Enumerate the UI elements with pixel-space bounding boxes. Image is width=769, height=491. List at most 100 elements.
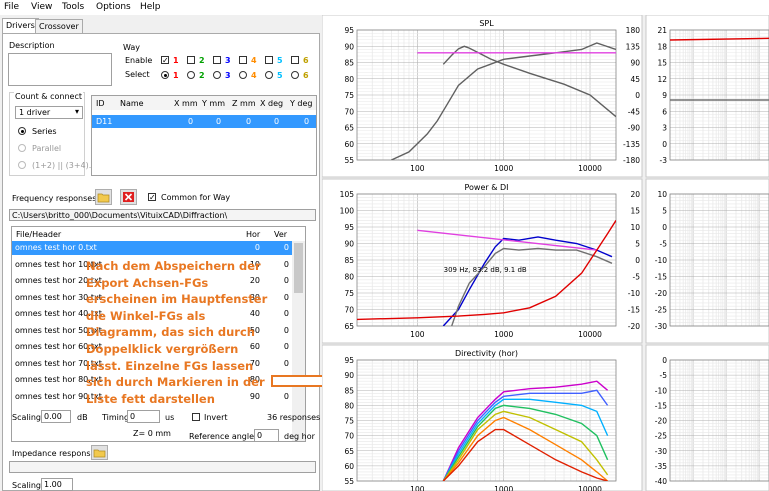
way-enable-checkbox-5[interactable] bbox=[265, 56, 273, 64]
charts-area: SPL95908580757065605518013590450-45-90-1… bbox=[322, 15, 769, 491]
chart-panel-4[interactable]: 21 18 15 12 9 6 3 0 -3 bbox=[645, 15, 769, 178]
way-enable-number-6: 6 bbox=[303, 56, 309, 65]
way-enable-number-3: 3 bbox=[225, 56, 231, 65]
y-tick-label: 80 bbox=[344, 273, 354, 282]
way-enable-checkbox-1[interactable]: ✓ bbox=[161, 56, 169, 65]
y2-tick-label: -45 bbox=[628, 107, 640, 116]
cursor-readout: 309 Hz, 83.2 dB, 9.1 dB bbox=[444, 266, 527, 274]
impedance-scaling-input[interactable]: 1.00 bbox=[41, 478, 73, 491]
common-for-way-label: Common for Way bbox=[161, 193, 231, 202]
y-tick-label: -5 bbox=[660, 240, 668, 249]
common-for-way-checkbox[interactable]: ✓ bbox=[148, 193, 156, 202]
way-select-radio-1[interactable] bbox=[161, 71, 169, 79]
y-tick-label: 75 bbox=[344, 289, 354, 298]
chart-panel-1[interactable]: SPL 95 90 85 80 75 70 65 60 55 180 135 90 45 0 -45 -90 -1… bbox=[322, 15, 643, 178]
way-select-radio-6[interactable] bbox=[291, 71, 299, 79]
way-select-radio-4[interactable] bbox=[239, 71, 247, 79]
invert-checkbox[interactable] bbox=[192, 413, 200, 421]
y-tick-label: 0 bbox=[662, 223, 667, 232]
file-ver: 0 bbox=[283, 243, 289, 252]
chart-panel-3[interactable]: Directivity (hor) 95 90 85 80 75 70 65 60 55 100 10… bbox=[322, 344, 643, 491]
menu-view[interactable]: View bbox=[31, 2, 52, 12]
driver-header-cell[interactable]: Y deg bbox=[290, 99, 313, 108]
way-select-number-3: 3 bbox=[225, 71, 231, 80]
y-tick-label: 95 bbox=[344, 26, 354, 35]
y-tick-label: 6 bbox=[662, 107, 667, 116]
y-tick-label: -20 bbox=[655, 417, 667, 426]
y-tick-label: -30 bbox=[655, 447, 667, 456]
impedance-scaling-value: 1.00 bbox=[44, 480, 62, 489]
driver-header-cell[interactable]: X mm bbox=[174, 99, 198, 108]
table-row[interactable]: D11 0 0 0 0 0 bbox=[92, 115, 316, 128]
driver-header-cell[interactable]: X deg bbox=[260, 99, 283, 108]
delete-button[interactable] bbox=[120, 189, 137, 205]
y-tick-label: 105 bbox=[340, 190, 355, 199]
scaling-input[interactable]: 0.00 bbox=[41, 410, 71, 423]
description-input[interactable] bbox=[8, 53, 112, 86]
y-tick-label: 65 bbox=[344, 322, 354, 331]
driver-table-header: ID Name X mm Y mm Z mm X deg Y deg bbox=[92, 96, 316, 110]
way-enable-checkbox-6[interactable] bbox=[291, 56, 299, 64]
driver-cell: 0 bbox=[188, 117, 194, 126]
timing-value: 0 bbox=[130, 412, 136, 421]
parallel-radio[interactable] bbox=[18, 144, 26, 152]
y-tick-label: 85 bbox=[344, 59, 354, 68]
combo-radio[interactable] bbox=[18, 161, 26, 169]
series-radio[interactable] bbox=[18, 127, 26, 135]
driver-header-cell[interactable]: Z mm bbox=[232, 99, 256, 108]
timing-input[interactable]: 0 bbox=[127, 410, 160, 423]
menu-file[interactable]: File bbox=[4, 2, 19, 12]
folder-icon bbox=[93, 449, 106, 458]
open-folder-button[interactable] bbox=[95, 189, 112, 205]
way-enable-checkbox-4[interactable] bbox=[239, 56, 247, 64]
y-tick-label: 10 bbox=[657, 190, 667, 199]
way-select-number-5: 5 bbox=[277, 71, 283, 80]
impedance-scaling-label: Scaling bbox=[12, 481, 41, 490]
ref-angle-input[interactable]: 0 bbox=[254, 429, 279, 442]
way-enable-number-5: 5 bbox=[277, 56, 283, 65]
list-scrollbar[interactable] bbox=[292, 241, 305, 441]
chart-panel-2[interactable]: Power & DI1051009590858075706520151050-5… bbox=[322, 178, 643, 344]
way-enable-checkbox-3[interactable] bbox=[213, 56, 221, 64]
count-connect-label: Count & connect bbox=[14, 92, 83, 101]
y2-tick-label: 180 bbox=[626, 26, 641, 35]
list-header-file[interactable]: File/Header bbox=[16, 230, 61, 239]
list-header-hor[interactable]: Hor bbox=[246, 230, 260, 239]
scrollbar-thumb[interactable] bbox=[294, 243, 303, 293]
timing-label: Timing bbox=[102, 413, 130, 422]
driver-count-select[interactable]: 1 driver ▾ bbox=[15, 106, 83, 119]
list-header-ver[interactable]: Ver bbox=[274, 230, 287, 239]
way-select-radio-5[interactable] bbox=[265, 71, 273, 79]
tab-crossover[interactable]: Crossover bbox=[35, 19, 83, 33]
impedance-path-field[interactable] bbox=[9, 461, 316, 473]
driver-count-value: 1 driver bbox=[19, 108, 51, 117]
way-enable-number-4: 4 bbox=[251, 56, 257, 65]
x-tick-label: 100 bbox=[410, 164, 425, 173]
chevron-down-icon: ▾ bbox=[74, 107, 79, 116]
chart-panel-6[interactable]: 0 -5 -10 -15 -20 -25 -30 -35 -40 bbox=[645, 344, 769, 491]
driver-header-cell[interactable]: ID bbox=[96, 99, 105, 108]
tab-strip: Drivers Crossover bbox=[2, 18, 320, 33]
way-enable-checkbox-2[interactable] bbox=[187, 56, 195, 64]
y-tick-label: 90 bbox=[344, 240, 354, 249]
chart-panel-5[interactable]: 10 5 0 -5 -10 -15 -20 -25 -30 bbox=[645, 178, 769, 344]
y-tick-label: -30 bbox=[655, 322, 667, 331]
menu-options[interactable]: Options bbox=[96, 2, 131, 12]
driver-header-cell[interactable]: Y mm bbox=[202, 99, 225, 108]
open-impedance-button[interactable] bbox=[91, 445, 108, 460]
way-select-radio-3[interactable] bbox=[213, 71, 221, 79]
y2-tick-label: 45 bbox=[630, 75, 640, 84]
menu-help[interactable]: Help bbox=[140, 2, 161, 12]
x-tick-label: 10000 bbox=[578, 485, 602, 491]
path-field[interactable]: C:\Users\britto_000\Documents\VituixCAD\… bbox=[9, 209, 316, 221]
y-tick-label: -10 bbox=[655, 386, 667, 395]
driver-cell: 0 bbox=[246, 117, 252, 126]
driver-header-cell[interactable]: Name bbox=[120, 99, 144, 108]
way-select-radio-2[interactable] bbox=[187, 71, 195, 79]
list-item[interactable]: omnes test hor 0.txt 0 0 bbox=[12, 241, 292, 255]
file-ver: 0 bbox=[283, 259, 289, 269]
menu-tools[interactable]: Tools bbox=[62, 2, 84, 12]
y-tick-label: 60 bbox=[344, 462, 354, 471]
y-tick-label: 75 bbox=[344, 91, 354, 100]
tab-drivers[interactable]: Drivers bbox=[2, 18, 39, 33]
